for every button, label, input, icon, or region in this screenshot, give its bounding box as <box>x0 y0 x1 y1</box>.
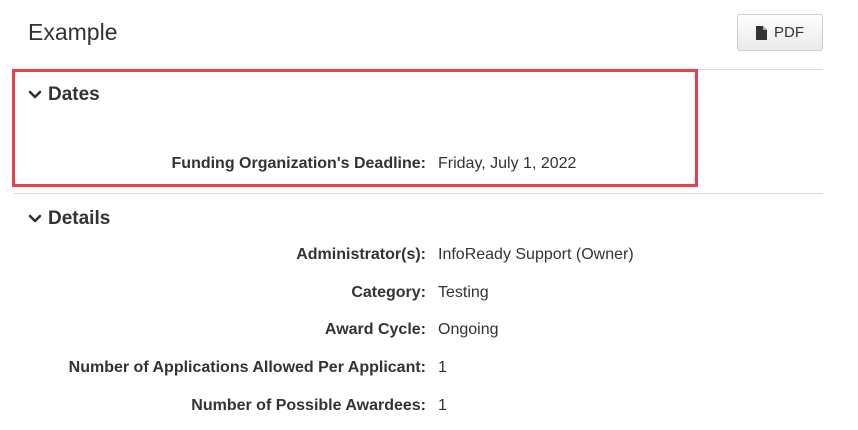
page-title: Example <box>28 19 118 45</box>
field-label: Administrator(s) <box>0 245 426 265</box>
details-row-award-cycle: Award Cycle Ongoing <box>0 320 858 340</box>
field-value: 1 <box>438 359 447 376</box>
details-section-title: Details <box>48 208 111 229</box>
field-label: Number of Possible Awardees <box>0 396 426 416</box>
chevron-down-icon <box>28 214 42 224</box>
details-row-applications-allowed: Number of Applications Allowed Per Appli… <box>0 358 858 378</box>
details-row-category: Category Testing <box>0 283 858 303</box>
field-label: Number of Applications Allowed Per Appli… <box>0 358 426 378</box>
field-label: Award Cycle <box>0 320 426 340</box>
field-value: 1 <box>438 397 447 414</box>
field-value: Testing <box>438 284 489 301</box>
field-label: Category <box>0 283 426 303</box>
details-row-administrators: Administrator(s) InfoReady Support (Owne… <box>0 245 858 265</box>
details-section-toggle[interactable]: Details <box>28 208 110 230</box>
field-value: InfoReady Support (Owner) <box>438 246 634 263</box>
details-row-possible-awardees: Number of Possible Awardees 1 <box>0 396 858 416</box>
highlight-box <box>12 69 698 187</box>
pdf-button[interactable]: PDF <box>737 14 823 51</box>
file-icon <box>756 25 767 40</box>
field-value: Ongoing <box>438 321 499 338</box>
pdf-button-label: PDF <box>774 24 804 41</box>
divider <box>14 193 823 194</box>
